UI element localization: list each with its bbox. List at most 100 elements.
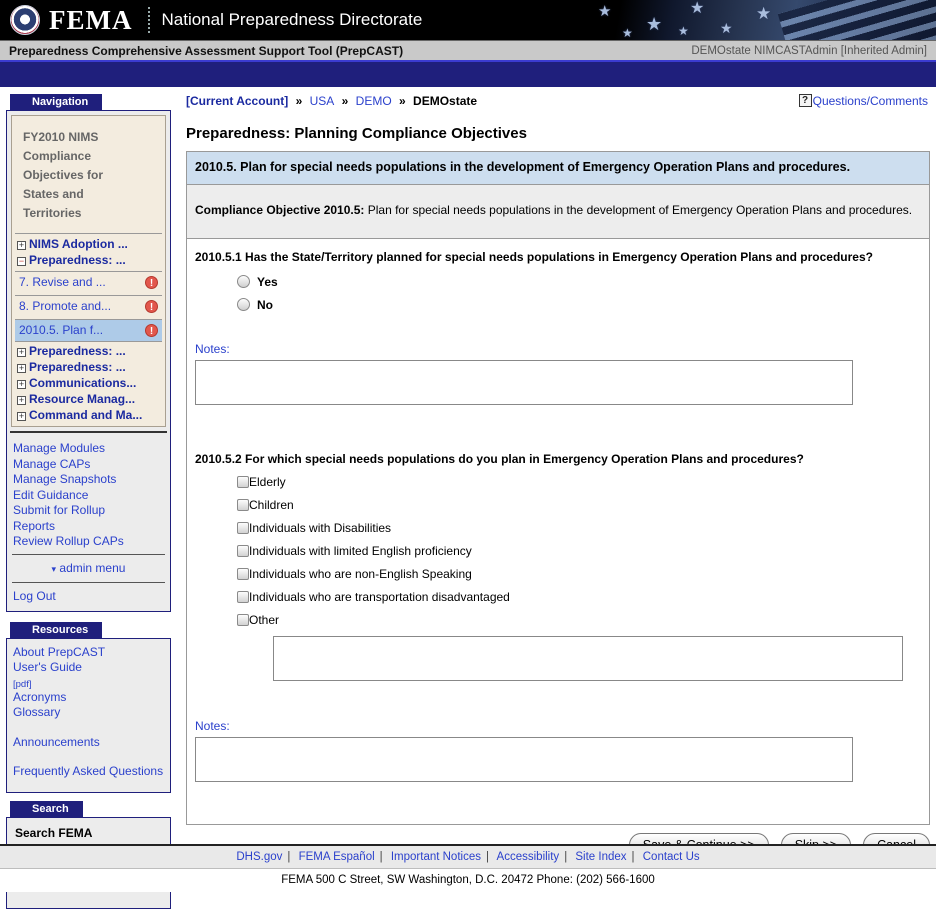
tree-item-resource-management[interactable]: + Resource Manag... <box>15 392 162 408</box>
tree-item-objective-8[interactable]: 8. Promote and...! <box>15 295 162 317</box>
tree-item-label[interactable]: Preparedness: ... <box>29 360 126 374</box>
plus-box-icon[interactable]: + <box>17 412 26 421</box>
flag-stripes <box>777 0 936 40</box>
checkbox-option-limited-english[interactable]: Individuals with limited English profici… <box>237 544 921 558</box>
yes-radio[interactable] <box>237 275 250 289</box>
limited-english-checkbox[interactable] <box>237 544 249 557</box>
tree-item-label[interactable]: Communications... <box>29 376 136 390</box>
other-textarea[interactable] <box>273 635 903 681</box>
checkbox-option-non-english[interactable]: Individuals who are non-English Speaking <box>237 567 921 581</box>
footer-link-dhs[interactable]: DHS.gov <box>236 851 282 863</box>
plus-box-icon[interactable]: + <box>17 380 26 389</box>
no-radio[interactable] <box>237 298 250 312</box>
footer-link-contact-us[interactable]: Contact Us <box>643 851 700 863</box>
resources-link-users-guide[interactable]: User's Guide <box>13 660 170 676</box>
breadcrumb-current-account-link[interactable]: [Current Account] <box>186 94 288 108</box>
plus-box-icon[interactable]: + <box>17 241 26 250</box>
resources-link-glossary[interactable]: Glossary <box>13 705 170 721</box>
resources-link-about-prepcast[interactable]: About PrepCAST <box>13 645 170 661</box>
flag-star-icon: ★ <box>690 0 705 17</box>
footer-link-site-index[interactable]: Site Index <box>575 851 626 863</box>
admin-links: Manage Modules Manage CAPs Manage Snapsh… <box>7 436 170 554</box>
disabilities-label[interactable]: Individuals with Disabilities <box>249 521 391 535</box>
tree-item-label[interactable]: Preparedness: ... <box>29 253 126 267</box>
transportation-label[interactable]: Individuals who are transportation disad… <box>249 590 510 604</box>
tree-item-command-management[interactable]: + Command and Ma... <box>15 408 162 424</box>
other-checkbox[interactable] <box>237 613 249 626</box>
checkbox-option-transportation[interactable]: Individuals who are transportation disad… <box>237 590 921 604</box>
tree-item-label[interactable]: 8. Promote and... <box>19 299 111 314</box>
footer-separator: | <box>379 851 383 863</box>
questions-comments-label[interactable]: Questions/Comments <box>813 94 928 108</box>
plus-box-icon[interactable]: + <box>17 348 26 357</box>
children-label[interactable]: Children <box>249 498 294 512</box>
plus-box-icon[interactable]: + <box>17 364 26 373</box>
resources-link-announcements[interactable]: Announcements <box>13 735 170 751</box>
limited-english-label[interactable]: Individuals with limited English profici… <box>249 544 472 558</box>
navigation-tree-panel: FY2010 NIMS Compliance Objectives for St… <box>11 115 166 427</box>
footer-link-fema-espanol[interactable]: FEMA Español <box>299 851 375 863</box>
tree-item-preparedness-3[interactable]: + Preparedness: ... <box>15 360 162 376</box>
elderly-checkbox[interactable] <box>237 475 249 488</box>
sidebar-link-manage-snapshots[interactable]: Manage Snapshots <box>13 472 170 488</box>
tree-item-preparedness-open[interactable]: − Preparedness: ... <box>15 253 162 269</box>
navigation-section-tab: Navigation <box>10 94 103 110</box>
question-1-options: Yes No <box>237 275 921 312</box>
sidebar-link-manage-caps[interactable]: Manage CAPs <box>13 457 170 473</box>
minus-box-icon[interactable]: − <box>17 257 26 266</box>
tree-item-preparedness-2[interactable]: + Preparedness: ... <box>15 344 162 360</box>
breadcrumb-demo-link[interactable]: DEMO <box>356 94 392 108</box>
dhs-seal-eagle: ★ <box>20 15 30 26</box>
tree-item-nims-adoption[interactable]: + NIMS Adoption ... <box>15 237 162 253</box>
app-title: Preparedness Comprehensive Assessment Su… <box>9 43 404 58</box>
sidebar-link-submit-for-rollup[interactable]: Submit for Rollup <box>13 503 170 519</box>
sidebar-link-reports[interactable]: Reports <box>13 519 170 535</box>
checkbox-option-disabilities[interactable]: Individuals with Disabilities <box>237 521 921 535</box>
admin-menu-label[interactable]: admin menu <box>59 561 125 575</box>
admin-menu-toggle[interactable]: ▾ admin menu <box>7 555 170 582</box>
no-label[interactable]: No <box>257 298 273 312</box>
checkbox-option-children[interactable]: Children <box>237 498 921 512</box>
flag-star-icon: ★ <box>756 4 772 23</box>
tree-item-communications[interactable]: + Communications... <box>15 376 162 392</box>
question-1-notes-textarea[interactable] <box>195 359 853 405</box>
sidebar-link-review-rollup-caps[interactable]: Review Rollup CAPs <box>13 534 170 550</box>
transportation-checkbox[interactable] <box>237 590 249 603</box>
sidebar-link-manage-modules[interactable]: Manage Modules <box>13 441 170 457</box>
question-2-notes-textarea[interactable] <box>195 736 853 782</box>
sidebar-link-edit-guidance[interactable]: Edit Guidance <box>13 488 170 504</box>
tree-item-label[interactable]: Resource Manag... <box>29 392 135 406</box>
question-body: 2010.5.1 Has the State/Territory planned… <box>187 239 929 824</box>
non-english-checkbox[interactable] <box>237 567 249 580</box>
questions-comments-link[interactable]: ? Questions/Comments <box>798 94 928 108</box>
tree-item-objective-2010-5-selected[interactable]: 2010.5. Plan f...! <box>15 319 162 342</box>
children-checkbox[interactable] <box>237 498 249 511</box>
breadcrumb: [Current Account] » USA » DEMO » DEMOsta… <box>186 94 481 108</box>
footer-link-important-notices[interactable]: Important Notices <box>391 851 481 863</box>
disabilities-checkbox[interactable] <box>237 521 249 534</box>
tree-item-label[interactable]: Command and Ma... <box>29 408 142 422</box>
breadcrumb-current-page: DEMOstate <box>413 94 478 108</box>
breadcrumb-usa-link[interactable]: USA <box>310 94 335 108</box>
plus-box-icon[interactable]: + <box>17 396 26 405</box>
tree-item-label[interactable]: NIMS Adoption ... <box>29 237 128 251</box>
elderly-label[interactable]: Elderly <box>249 475 286 489</box>
checkbox-option-other[interactable]: Other <box>237 613 921 627</box>
checkbox-option-elderly[interactable]: Elderly <box>237 475 921 489</box>
tree-item-label[interactable]: 7. Revise and ... <box>19 275 106 290</box>
resources-link-acronyms[interactable]: Acronyms <box>13 690 170 706</box>
radio-option-yes[interactable]: Yes <box>237 275 921 289</box>
radio-option-no[interactable]: No <box>237 298 921 312</box>
resources-link-faq[interactable]: Frequently Asked Questions <box>13 764 170 780</box>
tree-item-label[interactable]: Preparedness: ... <box>29 344 126 358</box>
footer-link-accessibility[interactable]: Accessibility <box>497 851 560 863</box>
logout-link[interactable]: Log Out <box>13 589 56 603</box>
tree-item-label[interactable]: 2010.5. Plan f... <box>19 323 103 338</box>
non-english-label[interactable]: Individuals who are non-English Speaking <box>249 567 472 581</box>
logged-in-user: DEMOstate NIMCASTAdmin [Inherited Admin] <box>691 44 927 57</box>
other-label[interactable]: Other <box>249 613 279 627</box>
tree-item-objective-7[interactable]: 7. Revise and ...! <box>15 271 162 293</box>
navigation-box: FY2010 NIMS Compliance Objectives for St… <box>6 110 171 612</box>
yes-label[interactable]: Yes <box>257 275 278 289</box>
warning-icon: ! <box>145 276 158 289</box>
